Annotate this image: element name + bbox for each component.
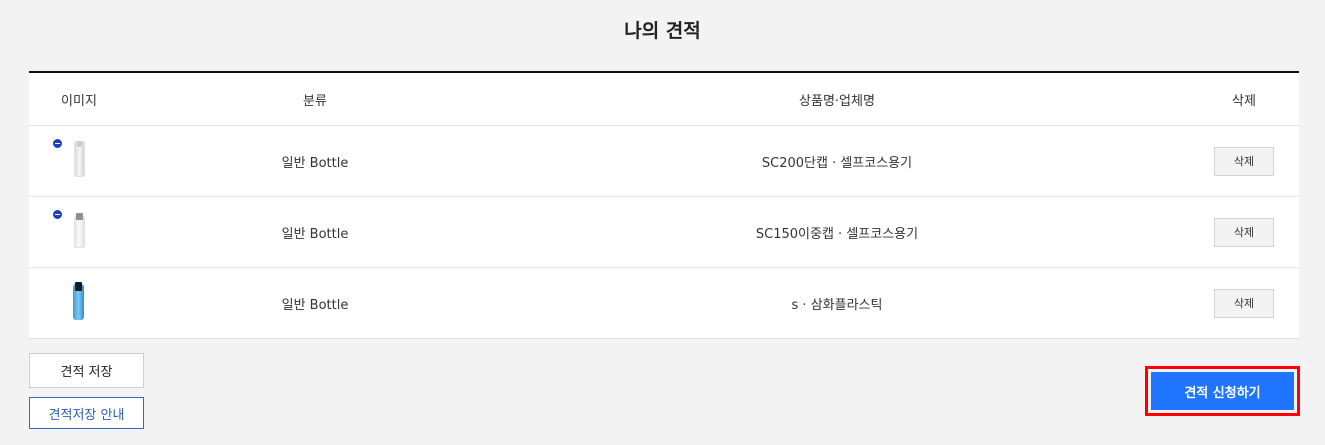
product-thumbnail[interactable] <box>52 210 99 254</box>
category-cell: 일반 Bottle <box>281 155 349 171</box>
delete-button[interactable]: 삭제 <box>1214 217 1274 247</box>
page-title: 나의 견적 <box>624 20 701 42</box>
clear-bottle-image <box>73 141 85 177</box>
blue-bottle-image <box>72 282 84 320</box>
badge-icon <box>52 139 62 148</box>
product-name-cell: s · 삼화플라스틱 <box>791 297 883 313</box>
delete-button[interactable]: 삭제 <box>1214 146 1274 176</box>
product-name-cell: SC200단캡 · 셀프코스용기 <box>761 155 913 171</box>
header-category: 분류 <box>303 93 327 109</box>
estimate-page: 나의 견적 이미지 분류 상품명·업체명 삭제 일반 Bottle SC200단… <box>0 0 1325 445</box>
delete-cell: 삭제 <box>1184 126 1304 196</box>
table-row: 일반 Bottle SC200단캡 · 셀프코스용기 삭제 <box>29 126 1299 197</box>
table-row: 일반 Bottle SC150이중캡 · 셀프코스용기 삭제 <box>29 197 1299 268</box>
product-image-cell <box>29 197 129 267</box>
product-image-cell <box>29 268 129 338</box>
delete-cell: 삭제 <box>1184 268 1304 338</box>
badge-icon <box>52 210 62 219</box>
product-thumbnail[interactable] <box>52 139 99 183</box>
product-thumbnail[interactable] <box>59 281 99 325</box>
delete-cell: 삭제 <box>1184 197 1304 267</box>
table-header-row: 이미지 분류 상품명·업체명 삭제 <box>29 73 1299 126</box>
header-product: 상품명·업체명 <box>799 93 875 109</box>
category-cell: 일반 Bottle <box>281 226 349 242</box>
save-estimate-button[interactable]: 견적 저장 <box>29 353 144 388</box>
product-name-cell: SC150이중캡 · 셀프코스용기 <box>755 226 919 242</box>
product-image-cell <box>29 126 129 196</box>
apply-estimate-button[interactable]: 견적 신청하기 <box>1151 372 1294 410</box>
table-row: 일반 Bottle s · 삼화플라스틱 삭제 <box>29 268 1299 339</box>
header-delete: 삭제 <box>1232 93 1256 109</box>
header-image: 이미지 <box>61 93 97 109</box>
category-cell: 일반 Bottle <box>281 297 349 313</box>
delete-button[interactable]: 삭제 <box>1214 288 1274 318</box>
silver-cap-bottle-image <box>73 213 85 248</box>
save-guide-button[interactable]: 견적저장 안내 <box>29 397 144 429</box>
estimate-table: 이미지 분류 상품명·업체명 삭제 일반 Bottle SC200단캡 · 셀프… <box>29 71 1299 339</box>
